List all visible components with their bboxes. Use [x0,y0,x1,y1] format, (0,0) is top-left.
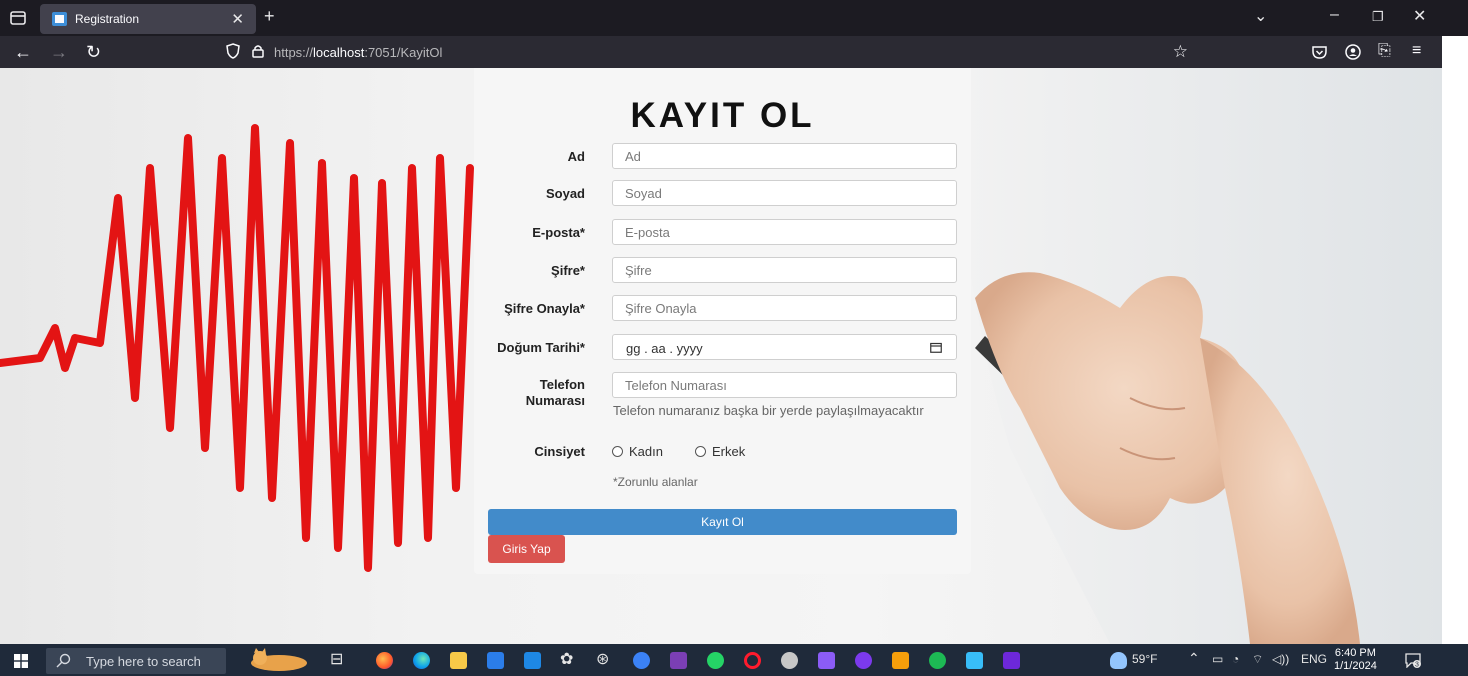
email-label: E-posta* [532,225,585,240]
new-tab-icon[interactable]: + [264,6,275,27]
windows-start-icon[interactable] [14,654,28,668]
bookmark-star-icon[interactable]: ☆ [1173,42,1188,62]
forward-arrow-icon[interactable]: → [50,42,68,62]
lock-icon[interactable] [252,44,264,58]
radio-button-male[interactable] [695,446,706,457]
birth-date-label: Doğum Tarihi* [497,340,585,355]
birth-date-input[interactable]: gg . aa . yyyy [612,334,957,360]
first-name-label: Ad [567,149,585,164]
spotify-icon[interactable] [929,652,946,669]
taskbar-search-box[interactable]: Type here to search [46,648,226,674]
close-tab-icon[interactable]: ✕ [231,10,244,28]
task-view-icon[interactable]: ⊟ [330,649,343,669]
mail-icon[interactable] [524,652,541,669]
wifi-icon[interactable]: ⌔ [1252,652,1263,667]
tab-overflow-chevron-icon[interactable]: ⌄ [1254,6,1267,26]
app-icon-2[interactable] [966,652,983,669]
app-icon[interactable] [781,652,798,669]
settings-gear-icon[interactable]: ✿ [560,649,573,669]
file-explorer-icon[interactable] [450,652,467,669]
reload-icon[interactable]: ↻ [86,42,101,62]
menu-icon[interactable]: ≡ [1412,42,1421,60]
last-name-label: Soyad [545,186,585,201]
tab-registration[interactable]: Registration ✕ [40,4,256,34]
tab-list-icon[interactable] [8,8,28,28]
weather-icon[interactable] [1110,652,1127,669]
onenote-icon[interactable] [670,652,687,669]
gender-option-female[interactable]: Kadın [612,444,663,459]
page-title: KAYIT OL [630,96,815,135]
steam-icon[interactable] [633,652,650,669]
microsoft-store-icon[interactable] [487,652,504,669]
birth-date-placeholder: gg . aa . yyyy [626,341,703,356]
registration-form-card: KAYIT OL Ad Soyad E-posta* Şifre* Şifre … [474,68,971,574]
address-bar[interactable]: https://localhost:7051/KayitOl ☆ [210,40,1200,66]
paint-icon[interactable] [892,652,909,669]
email-input[interactable] [612,219,957,245]
volume-icon[interactable]: ◁)) [1272,652,1289,666]
battery-icon[interactable]: ▭ [1212,652,1223,666]
url-text[interactable]: https://localhost:7051/KayitOl [274,45,442,60]
gender-label: Cinsiyet [534,444,585,459]
openai-icon[interactable]: ⊛ [596,649,609,669]
first-name-input[interactable] [612,143,957,169]
phone-label: Telefon Numarası [525,377,585,408]
window-edge [1442,36,1468,644]
visual-studio-icon[interactable] [818,652,835,669]
clock-date: 1/1/2024 [1334,660,1377,672]
confirm-password-input[interactable] [612,295,957,321]
required-fields-note: *Zorunlu alanlar [613,475,698,489]
whatsapp-icon[interactable] [707,652,724,669]
gender-option-male[interactable]: Erkek [695,444,745,459]
tracking-shield-icon[interactable] [226,43,240,59]
browser-nav-bar: ← → ↻ https://localhost:7051/KayitOl ☆ ⎘… [0,36,1442,68]
search-icon [56,653,71,668]
pocket-icon[interactable] [1312,45,1327,59]
github-desktop-icon[interactable] [855,652,872,669]
browser-tab-bar: Registration ✕ + ⌄ – ❐ ✕ [0,0,1442,36]
confirm-password-label: Şifre Onayla* [504,301,585,316]
back-arrow-icon[interactable]: ← [14,42,32,62]
account-icon[interactable] [1345,44,1361,60]
opera-icon[interactable] [744,652,761,669]
restore-icon[interactable]: ❐ [1372,9,1384,25]
extensions-icon[interactable]: ⎘ [1378,42,1391,60]
register-button[interactable]: Kayıt Ol [488,509,957,535]
login-button[interactable]: Giris Yap [488,535,565,563]
firefox-icon[interactable] [376,652,393,669]
gender-option-male-label: Erkek [712,444,746,459]
tab-title: Registration [75,12,140,26]
search-placeholder: Type here to search [86,654,201,669]
svg-text:3: 3 [1415,662,1419,669]
password-input[interactable] [612,257,957,283]
close-window-icon[interactable]: ✕ [1413,6,1426,26]
system-clock[interactable]: 6:40 PM 1/1/2024 [1334,647,1377,673]
search-highlight-cat-icon[interactable] [246,648,312,672]
windows-taskbar: Type here to search ⊟ ✿ ⊛ 59°F ⌃ ▭ ◔ ⌔ ◁… [0,644,1468,676]
app-icon-3[interactable] [1003,652,1020,669]
clock-time: 6:40 PM [1334,647,1376,659]
radio-button-female[interactable] [612,446,623,457]
password-label: Şifre* [551,263,585,278]
calendar-icon[interactable] [930,342,942,353]
language-indicator[interactable]: ENG [1301,652,1327,666]
minimize-icon[interactable]: – [1330,6,1339,24]
show-hidden-icons-icon[interactable]: ⌃ [1188,650,1200,667]
phone-input[interactable] [612,372,957,398]
network-icon[interactable]: ◔ [1232,652,1239,666]
notification-center-icon[interactable]: 3 [1405,652,1421,668]
last-name-input[interactable] [612,180,957,206]
weather-temperature[interactable]: 59°F [1132,652,1157,666]
edge-icon[interactable] [413,652,430,669]
gender-option-female-label: Kadın [629,444,663,459]
phone-help-text: Telefon numaranız başka bir yerde paylaş… [613,403,924,418]
page-favicon-icon [52,12,67,26]
page-viewport: KAYIT OL Ad Soyad E-posta* Şifre* Şifre … [0,68,1442,644]
